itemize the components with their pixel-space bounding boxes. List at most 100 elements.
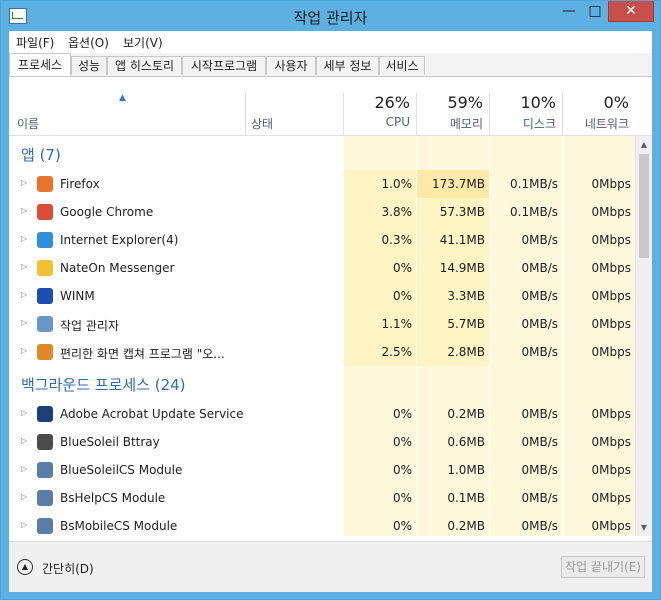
column-name-header[interactable]: 이름	[17, 115, 39, 132]
close-button[interactable]: ✕	[608, 1, 654, 22]
network-usage-total[interactable]: 0%	[568, 93, 629, 112]
process-row[interactable]: ▷ Adobe Acrobat Update Service 0% 0.2MB 0MB/…	[9, 400, 635, 428]
nateon-icon	[37, 260, 53, 276]
column-divider[interactable]	[245, 93, 246, 135]
end-task-button[interactable]: 작업 끝내기(E)	[561, 556, 645, 578]
group-header[interactable]: 앱 (7)	[9, 136, 635, 170]
module-window-icon	[37, 490, 53, 506]
process-row[interactable]: ▷ 작업 관리자 1.1% 5.7MB 0MB/s 0Mbps	[9, 310, 635, 338]
column-status-header[interactable]: 상태	[251, 115, 273, 132]
tab-details[interactable]: 세부 정보	[316, 56, 379, 75]
expand-arrow-icon[interactable]: ▷	[21, 408, 27, 417]
process-row[interactable]: ▷ Firefox 1.0% 173.7MB 0.1MB/s 0Mbps	[9, 170, 635, 198]
expand-arrow-icon[interactable]: ▷	[21, 436, 27, 445]
memory-cell: 1.0MB	[447, 463, 485, 477]
disk-cell: 0MB/s	[521, 345, 558, 359]
column-cpu-header[interactable]: CPU	[349, 115, 410, 129]
expand-arrow-icon[interactable]: ▷	[21, 206, 27, 215]
process-row[interactable]: ▷ BsHelpCS Module 0% 0.1MB 0MB/s 0Mbps	[9, 484, 635, 512]
process-row[interactable]: ▷ BsMobileCS Module 0% 0.2MB 0MB/s 0Mbps	[9, 512, 635, 536]
cpu-cell: 0%	[392, 261, 412, 275]
chevron-up-icon[interactable]: ▲	[17, 559, 33, 575]
column-disk-header[interactable]: 디스크	[495, 115, 556, 132]
tab-startup[interactable]: 시작프로그램	[182, 56, 266, 75]
bluetooth-icon	[37, 434, 53, 450]
network-cell: 0Mbps	[591, 205, 631, 219]
process-row[interactable]: ▷ BlueSoleilCS Module 0% 1.0MB 0MB/s 0Mbps	[9, 456, 635, 484]
disk-usage-total[interactable]: 10%	[495, 93, 556, 112]
expand-arrow-icon[interactable]: ▷	[21, 520, 27, 529]
process-row[interactable]: ▷ Google Chrome 3.8% 57.3MB 0.1MB/s 0Mbps	[9, 198, 635, 226]
capture-program-icon	[37, 344, 53, 360]
chrome-icon	[37, 204, 53, 220]
group-label: 앱 (7)	[21, 146, 61, 164]
tab-users[interactable]: 사용자	[266, 56, 316, 75]
expand-arrow-icon[interactable]: ▷	[21, 464, 27, 473]
column-divider[interactable]	[343, 93, 344, 135]
network-cell: 0Mbps	[591, 463, 631, 477]
cpu-cell: 0%	[392, 407, 412, 421]
network-cell: 0Mbps	[591, 289, 631, 303]
memory-cell: 2.8MB	[447, 345, 485, 359]
cpu-cell: 0%	[392, 435, 412, 449]
cpu-cell: 0%	[392, 491, 412, 505]
column-memory-header[interactable]: 메모리	[422, 115, 483, 132]
task-manager-icon	[37, 316, 53, 332]
process-row[interactable]: ▷ Internet Explorer(4) 0.3% 41.1MB 0MB/s 0Mbp…	[9, 226, 635, 254]
expand-arrow-icon[interactable]: ▷	[21, 492, 27, 501]
internet-explorer-icon	[37, 232, 53, 248]
menu-view[interactable]: 보기(V)	[123, 34, 163, 51]
column-divider[interactable]	[416, 93, 417, 135]
process-name: BlueSoleilCS Module	[60, 463, 183, 477]
memory-cell: 0.2MB	[447, 407, 485, 421]
process-name: NateOn Messenger	[60, 261, 175, 275]
network-cell: 0Mbps	[591, 233, 631, 247]
disk-cell: 0MB/s	[521, 289, 558, 303]
tab-services[interactable]: 서비스	[379, 56, 425, 75]
firefox-icon	[37, 176, 53, 192]
tab-processes[interactable]: 프로세스	[9, 53, 71, 76]
column-divider[interactable]	[562, 93, 563, 135]
expand-arrow-icon[interactable]: ▷	[21, 178, 27, 187]
cpu-cell: 0.3%	[381, 233, 413, 247]
menu-file[interactable]: 파일(F)	[16, 34, 54, 51]
scroll-down-icon[interactable]: ▼	[636, 519, 652, 536]
sort-ascending-icon: ▲	[119, 93, 126, 103]
maximize-button[interactable]: □	[582, 1, 608, 22]
network-cell: 0Mbps	[591, 519, 631, 533]
tab-performance[interactable]: 성능	[71, 56, 107, 75]
process-row[interactable]: ▷ BlueSoleil Bttray 0% 0.6MB 0MB/s 0Mbps	[9, 428, 635, 456]
menu-bar: 파일(F) 옵션(O) 보기(V)	[9, 31, 652, 53]
column-divider[interactable]	[489, 93, 490, 135]
group-header[interactable]: 백그라운드 프로세스 (24)	[9, 366, 635, 400]
process-name: BsHelpCS Module	[60, 491, 166, 505]
disk-cell: 0MB/s	[521, 261, 558, 275]
process-name: 편리한 화면 캡쳐 프로그램 "오...	[60, 347, 225, 361]
scrollbar-thumb[interactable]	[639, 154, 649, 258]
expand-arrow-icon[interactable]: ▷	[21, 318, 27, 327]
expand-arrow-icon[interactable]: ▷	[21, 346, 27, 355]
column-network-header[interactable]: 네트워크	[568, 115, 629, 132]
memory-cell: 0.6MB	[447, 435, 485, 449]
cpu-cell: 1.1%	[381, 317, 413, 331]
winm-icon	[37, 288, 53, 304]
menu-options[interactable]: 옵션(O)	[68, 34, 109, 51]
minimize-button[interactable]: —	[556, 1, 582, 22]
title-bar[interactable]: 작업 관리자 — □ ✕	[1, 1, 660, 31]
tab-app-history[interactable]: 앱 히스토리	[107, 56, 182, 75]
fewer-details-link[interactable]: 간단히(D)	[42, 560, 94, 577]
expand-arrow-icon[interactable]: ▷	[21, 290, 27, 299]
footer-bar: ▲ 간단히(D) 작업 끝내기(E)	[9, 541, 652, 592]
cpu-usage-total[interactable]: 26%	[349, 93, 410, 112]
process-row[interactable]: ▷ NateOn Messenger 0% 14.9MB 0MB/s 0Mbps	[9, 254, 635, 282]
group-label: 백그라운드 프로세스 (24)	[21, 376, 186, 394]
process-name: BlueSoleil Bttray	[60, 435, 160, 449]
expand-arrow-icon[interactable]: ▷	[21, 234, 27, 243]
vertical-scrollbar[interactable]: ▲ ▼	[635, 136, 652, 536]
process-row[interactable]: ▷ 편리한 화면 캡쳐 프로그램 "오... 2.5% 2.8MB 0MB/s 0Mbps	[9, 338, 635, 366]
expand-arrow-icon[interactable]: ▷	[21, 262, 27, 271]
process-row[interactable]: ▷ WINM 0% 3.3MB 0MB/s 0Mbps	[9, 282, 635, 310]
memory-usage-total[interactable]: 59%	[422, 93, 483, 112]
scroll-up-icon[interactable]: ▲	[636, 136, 652, 153]
process-name: Adobe Acrobat Update Service	[60, 407, 244, 421]
